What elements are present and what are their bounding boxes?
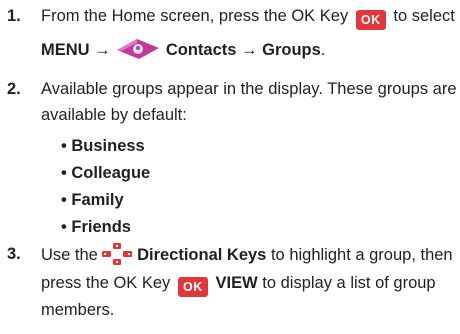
step-3-text-before: Use the <box>41 246 98 264</box>
contacts-groups-label: Contacts → Groups <box>165 41 321 59</box>
group-list-item: • Family <box>61 189 124 211</box>
step-1-number: 1. <box>7 7 21 25</box>
group-list-item: • Friends <box>61 216 131 238</box>
view-label: VIEW <box>215 274 258 292</box>
group-name: Family <box>71 191 124 209</box>
step-2-line-1: Available groups appear in the display. … <box>41 80 457 98</box>
step-3-line-2-after: to display a list of group <box>262 274 436 292</box>
step-1-period: . <box>320 41 326 59</box>
step-2-number: 2. <box>7 80 21 98</box>
bullet-icon: • <box>61 218 67 236</box>
contacts-menu-icon <box>117 39 160 59</box>
instructions-document: 1. From the Home screen, press the OK Ke… <box>0 0 460 334</box>
step-3-line-2: press the OK Key OK VIEW to display a li… <box>41 272 436 297</box>
step-3-line-1: Use the Directional Keys to highlight a … <box>41 243 453 266</box>
menu-label: MENU → <box>41 41 111 59</box>
step-2-line-2: available by default: <box>41 106 187 124</box>
bullet-icon: • <box>61 137 67 155</box>
directional-keys-icon <box>102 243 133 265</box>
ok-key-icon: OK <box>355 10 386 30</box>
bullet-icon: • <box>61 191 67 209</box>
group-name: Business <box>71 137 145 155</box>
step-1-line-2: MENU → Contacts → Groups. <box>41 36 325 61</box>
step-3-line-2-before: press the OK Key <box>41 274 171 292</box>
step-3-text-after: to highlight a group, then <box>270 246 453 264</box>
ok-key-icon: OK <box>177 277 208 297</box>
step-3-line-3: members. <box>41 301 115 319</box>
step-1-text: From the Home screen, press the OK Key <box>41 7 349 25</box>
step-1-text-after: to select <box>393 7 455 25</box>
directional-keys-label: Directional Keys <box>137 246 267 264</box>
group-list-item: • Business <box>61 135 145 157</box>
step-3-number: 3. <box>7 245 21 263</box>
group-name: Friends <box>71 218 131 236</box>
group-list-item: • Colleague <box>61 162 150 184</box>
bullet-icon: • <box>61 164 67 182</box>
group-name: Colleague <box>71 164 151 182</box>
step-1-line-1: From the Home screen, press the OK Key O… <box>41 5 455 30</box>
